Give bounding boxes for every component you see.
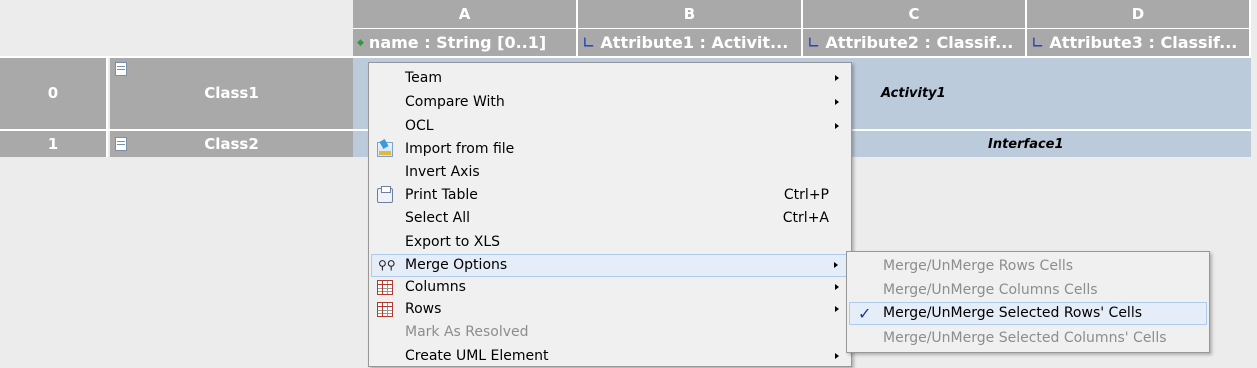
- menu-item-label: Invert Axis: [405, 164, 480, 180]
- relation-icon: ∟: [582, 33, 596, 52]
- menu-item-team[interactable]: Team: [371, 67, 849, 90]
- submenu-arrow-icon: [835, 306, 839, 312]
- menu-item-select-all[interactable]: Select All Ctrl+A: [371, 207, 849, 230]
- menu-item-label: Merge/UnMerge Columns Cells: [883, 282, 1098, 298]
- column-header-label: name : String [0..1]: [368, 33, 547, 52]
- import-icon: [377, 142, 393, 157]
- submenu-arrow-icon: [835, 353, 839, 359]
- submenu-item-merge-selected-columns-cells: Merge/UnMerge Selected Columns' Cells: [849, 327, 1207, 350]
- submenu-arrow-icon: [834, 262, 838, 268]
- table-icon: [377, 280, 393, 295]
- menu-item-columns[interactable]: Columns: [371, 276, 849, 299]
- print-icon: [377, 186, 393, 203]
- row-header-label: Class1: [204, 84, 259, 102]
- submenu-item-merge-columns-cells: Merge/UnMerge Columns Cells: [849, 279, 1207, 302]
- menu-item-label: OCL: [405, 118, 434, 134]
- menu-item-label: Mark As Resolved: [405, 324, 529, 340]
- submenu-arrow-icon: [835, 75, 839, 81]
- cell-value[interactable]: Interface1: [988, 137, 1064, 152]
- cell-value[interactable]: Activity1: [881, 86, 946, 101]
- menu-item-label: Create UML Element: [405, 348, 549, 364]
- table-icon: [377, 302, 393, 317]
- submenu-item-merge-rows-cells: Merge/UnMerge Rows Cells: [849, 255, 1207, 278]
- menu-item-print-table[interactable]: Print Table Ctrl+P: [371, 184, 849, 207]
- menu-item-ocl[interactable]: OCL: [371, 115, 849, 138]
- submenu-arrow-icon: [835, 284, 839, 290]
- menu-item-label: Import from file: [405, 141, 515, 157]
- menu-item-label: Merge/UnMerge Rows Cells: [883, 258, 1074, 274]
- menu-item-label: Select All: [405, 210, 470, 226]
- menu-item-mark-as-resolved: Mark As Resolved: [371, 321, 849, 344]
- menu-item-compare-with[interactable]: Compare With: [371, 91, 849, 114]
- menu-item-rows[interactable]: Rows: [371, 298, 849, 321]
- shortcut-label: Ctrl+P: [783, 187, 829, 203]
- checkmark-icon: ✓: [858, 304, 872, 323]
- menu-item-label: Export to XLS: [405, 234, 501, 250]
- menu-item-label: Compare With: [405, 94, 505, 110]
- column-letter-b[interactable]: B: [578, 0, 803, 29]
- column-letter-c[interactable]: C: [803, 0, 1027, 29]
- menu-item-label: Print Table: [405, 187, 478, 203]
- submenu-arrow-icon: [835, 123, 839, 129]
- column-header-label: Attribute2 : Classif...: [825, 33, 1014, 52]
- menu-item-label: Merge/UnMerge Selected Columns' Cells: [883, 330, 1167, 346]
- binoculars-icon: ⚲⚲: [378, 258, 396, 272]
- column-header-label: Attribute3 : Classif...: [1049, 33, 1238, 52]
- menu-item-import-from-file[interactable]: Import from file: [371, 138, 849, 161]
- column-header-c[interactable]: ∟ Attribute2 : Classif...: [803, 29, 1027, 56]
- submenu-item-merge-selected-rows-cells[interactable]: ✓ Merge/UnMerge Selected Rows' Cells: [849, 302, 1207, 325]
- attribute-icon: ◆: [357, 38, 364, 48]
- column-header-label: Attribute1 : Activit...: [600, 33, 789, 52]
- merge-options-submenu: Merge/UnMerge Rows Cells Merge/UnMerge C…: [846, 251, 1210, 353]
- relation-icon: ∟: [1031, 33, 1045, 52]
- column-header-d[interactable]: ∟ Attribute3 : Classif...: [1027, 29, 1251, 56]
- class-icon: [115, 137, 127, 151]
- row-header-class2[interactable]: Class2: [110, 131, 353, 157]
- column-letter-d[interactable]: D: [1027, 0, 1251, 29]
- menu-item-label: Merge/UnMerge Selected Rows' Cells: [883, 305, 1142, 321]
- shortcut-label: Ctrl+A: [782, 210, 829, 226]
- menu-item-label: Team: [405, 70, 443, 86]
- menu-item-invert-axis[interactable]: Invert Axis: [371, 161, 849, 184]
- column-letter-a[interactable]: A: [353, 0, 578, 29]
- row-header-label: Class2: [204, 135, 259, 153]
- table-corner: [0, 0, 353, 57]
- menu-item-create-uml-element[interactable]: Create UML Element: [371, 345, 849, 368]
- menu-item-export-to-xls[interactable]: Export to XLS: [371, 231, 849, 254]
- submenu-arrow-icon: [835, 99, 839, 105]
- menu-item-label: Merge Options: [405, 257, 508, 273]
- relation-icon: ∟: [807, 33, 821, 52]
- row-number-1[interactable]: 1: [0, 131, 108, 157]
- class-icon: [115, 62, 127, 76]
- column-header-a[interactable]: ◆ name : String [0..1]: [353, 29, 578, 56]
- menu-item-label: Rows: [405, 301, 442, 317]
- context-menu: Team Compare With OCL Import from file I…: [368, 62, 852, 367]
- row-number-0[interactable]: 0: [0, 58, 108, 129]
- menu-item-label: Columns: [405, 279, 466, 295]
- menu-item-merge-options[interactable]: ⚲⚲ Merge Options: [371, 254, 849, 277]
- row-header-class1[interactable]: Class1: [110, 58, 353, 129]
- column-header-b[interactable]: ∟ Attribute1 : Activit...: [578, 29, 803, 56]
